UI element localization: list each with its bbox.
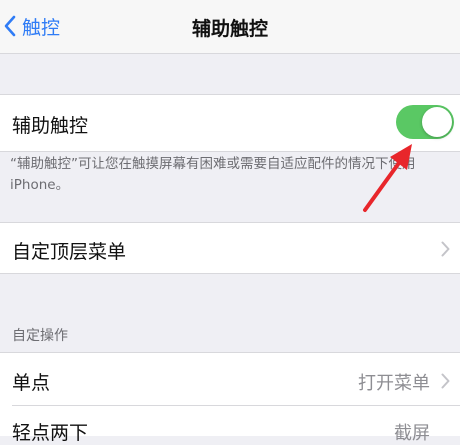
double-tap-value: 截屏 [394, 423, 430, 444]
page-title: 辅助触控 [191, 18, 268, 40]
annotation-arrow-icon [363, 144, 412, 212]
assistive-touch-label: 辅助触控 [12, 115, 89, 137]
navigation-bar: 触控 辅助触控 [0, 0, 460, 54]
single-tap-row[interactable]: 单点 打开菜单 [0, 352, 460, 406]
chevron-right-icon [441, 373, 450, 389]
double-tap-row[interactable]: 轻点两下 截屏 [0, 406, 460, 444]
double-tap-label: 轻点两下 [12, 422, 89, 444]
toggle-knob [422, 107, 452, 137]
custom-actions-header: 自定操作 [12, 328, 68, 344]
customize-top-level-menu-row[interactable]: 自定顶层菜单 [0, 222, 460, 274]
assistive-touch-toggle[interactable] [396, 105, 454, 139]
single-tap-value: 打开菜单 [358, 373, 430, 394]
single-tap-label: 单点 [12, 372, 51, 394]
customize-menu-label: 自定顶层菜单 [12, 241, 127, 263]
chevron-right-icon [441, 241, 450, 257]
